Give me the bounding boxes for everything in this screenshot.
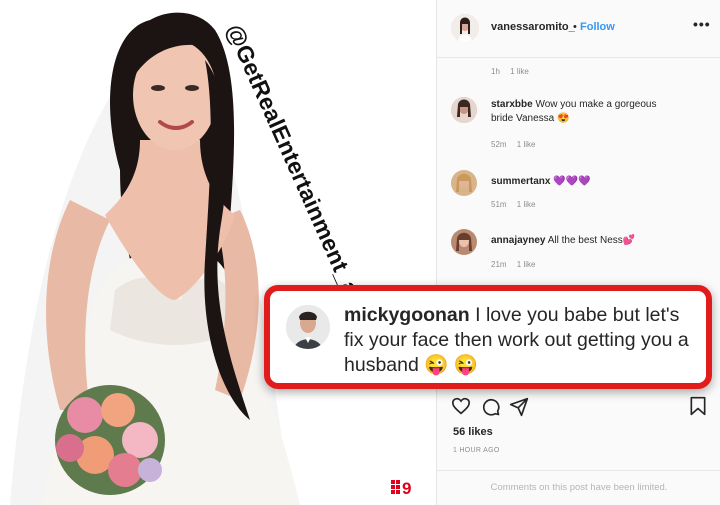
callout-comment: mickygoonan I love you babe but let's fi… <box>344 303 704 378</box>
comment-likes[interactable]: 1 like <box>510 67 529 76</box>
bookmark-icon[interactable] <box>689 396 707 416</box>
comment-time: 51m <box>491 200 507 209</box>
comment-item: annajayney All the best Ness💕 <box>491 234 671 248</box>
poster-username[interactable]: vanessaromito_ <box>491 21 575 33</box>
commenter-username[interactable]: summertanx <box>491 176 550 187</box>
comment-time: 21m <box>491 260 507 269</box>
heart-icon[interactable] <box>451 397 471 415</box>
comment-body: All the best Ness💕 <box>547 235 636 246</box>
commenter-username[interactable]: annajayney <box>491 235 545 246</box>
commenter-avatar[interactable] <box>451 170 477 196</box>
follow-button[interactable]: Follow <box>580 21 615 33</box>
poster-avatar[interactable] <box>451 14 479 42</box>
comment-time: 52m <box>491 140 507 149</box>
share-icon[interactable] <box>509 397 529 417</box>
callout-username[interactable]: mickygoonan <box>344 304 470 326</box>
bride-illustration <box>10 12 300 505</box>
highlighted-comment-callout: mickygoonan I love you babe but let's fi… <box>264 285 712 389</box>
comment-likes[interactable]: 1 like <box>517 260 536 269</box>
comment-body: 💜💜💜 <box>553 176 591 187</box>
channel-logo: 9 <box>391 478 427 496</box>
comments-limited-notice: Comments on this post have been limited. <box>437 470 720 505</box>
comment-time: 1h <box>491 67 500 76</box>
likes-count[interactable]: 56 likes <box>453 426 493 438</box>
comment-item: summertanx 💜💜💜 <box>491 175 671 189</box>
separator-dot: • <box>573 21 577 33</box>
svg-text:9: 9 <box>402 479 411 496</box>
bride-photo: @GetRealEntertainment_au 9 <box>0 0 436 505</box>
commenter-username[interactable]: starxbbe <box>491 99 533 110</box>
comment-likes[interactable]: 1 like <box>517 140 536 149</box>
post-header: vanessaromito_ • Follow ••• <box>437 0 720 58</box>
post-time: 1 HOUR AGO <box>453 447 500 454</box>
callout-commenter-avatar[interactable] <box>286 305 330 349</box>
commenter-avatar[interactable] <box>451 97 477 123</box>
comment-meta: 51m 1 like <box>491 200 543 209</box>
comment-meta: 52m 1 like <box>491 140 543 149</box>
comment-likes[interactable]: 1 like <box>517 200 536 209</box>
comment-icon[interactable] <box>481 397 501 417</box>
instagram-post-panel: vanessaromito_ • Follow ••• 1h 1 like st… <box>436 0 720 505</box>
comment-meta: 21m 1 like <box>491 260 543 269</box>
more-icon[interactable]: ••• <box>693 16 711 32</box>
commenter-avatar[interactable] <box>451 229 477 255</box>
comment-item: starxbbe Wow you make a gorgeous bride V… <box>491 98 671 126</box>
comment-meta: 1h 1 like <box>491 67 537 76</box>
